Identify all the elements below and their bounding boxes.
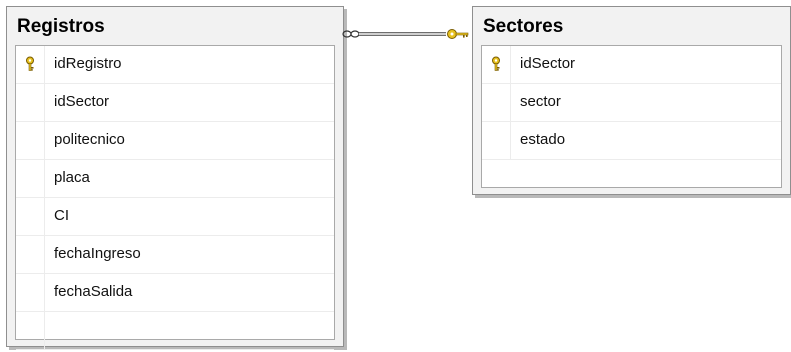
column-row-empty[interactable]	[16, 312, 334, 350]
column-name: idRegistro	[54, 55, 122, 72]
column-row-idsector[interactable]: idSector	[482, 46, 781, 84]
table-sectores[interactable]: Sectores idSector sector estado	[472, 6, 791, 195]
row-gutter	[16, 84, 45, 121]
column-row-estado[interactable]: estado	[482, 122, 781, 160]
column-row-politecnico[interactable]: politecnico	[16, 122, 334, 160]
column-name: sector	[520, 93, 561, 110]
primary-key-icon	[492, 56, 500, 71]
column-row-idsector[interactable]: idSector	[16, 84, 334, 122]
column-row-fechaingreso[interactable]: fechaIngreso	[16, 236, 334, 274]
row-gutter	[16, 236, 45, 273]
column-row-placa[interactable]: placa	[16, 160, 334, 198]
table-registros[interactable]: Registros idRegistro idSector politecnic…	[6, 6, 344, 350]
row-gutter	[16, 46, 45, 83]
column-row-sector[interactable]: sector	[482, 84, 781, 122]
column-name: idSector	[520, 55, 576, 72]
column-name: fechaIngreso	[54, 245, 141, 262]
column-row-ci[interactable]: CI	[16, 198, 334, 236]
database-diagram-canvas: Registros idRegistro idSector politecnic…	[0, 0, 791, 352]
row-gutter	[16, 122, 45, 159]
column-name: placa	[54, 169, 90, 186]
table-columns-sectores: idSector sector estado	[481, 45, 782, 188]
row-gutter	[482, 46, 511, 83]
row-gutter	[16, 198, 45, 235]
table-title-sectores[interactable]: Sectores	[473, 7, 790, 44]
relationship-connector[interactable]	[340, 26, 475, 42]
one-key-icon	[447, 29, 469, 39]
column-name: estado	[520, 131, 566, 148]
row-gutter	[16, 312, 45, 349]
row-gutter	[16, 274, 45, 311]
column-name: politecnico	[54, 131, 125, 148]
many-infinity-icon	[342, 30, 360, 38]
table-columns-registros: idRegistro idSector politecnico placa CI…	[15, 45, 335, 350]
primary-key-icon	[26, 56, 34, 71]
relationship-line	[359, 32, 446, 36]
column-row-fechasalida[interactable]: fechaSalida	[16, 274, 334, 312]
column-name: fechaSalida	[54, 283, 133, 300]
column-row-idregistro[interactable]: idRegistro	[16, 46, 334, 84]
column-name: CI	[54, 207, 69, 224]
column-name: idSector	[54, 93, 110, 110]
table-title-registros[interactable]: Registros	[7, 7, 343, 44]
row-gutter	[482, 122, 511, 159]
row-gutter	[482, 84, 511, 121]
row-gutter	[16, 160, 45, 197]
